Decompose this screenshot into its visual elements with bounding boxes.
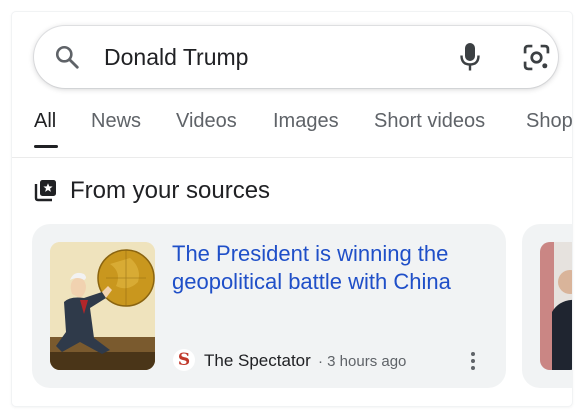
more-options-icon[interactable]: [468, 350, 478, 372]
source-name: The Spectator: [204, 351, 311, 370]
tab-shop[interactable]: Shop: [526, 108, 572, 134]
search-input[interactable]: Donald Trump: [104, 43, 248, 71]
news-sources-icon: [34, 180, 56, 202]
search-results-frame: Donald Trump All News Videos Images Shor…: [12, 12, 572, 406]
article-thumbnail-next[interactable]: [540, 242, 572, 370]
tabs-divider: [12, 157, 572, 158]
tab-all[interactable]: All: [34, 108, 56, 134]
google-lens-icon[interactable]: [523, 44, 550, 71]
tab-short-videos[interactable]: Short videos: [374, 108, 485, 134]
tab-images[interactable]: Images: [273, 108, 339, 134]
article-photo-next: [540, 242, 572, 370]
search-tabs: All News Videos Images Short videos Shop: [12, 108, 572, 158]
article-headline[interactable]: The President is winning the geopolitica…: [172, 240, 492, 296]
search-bar[interactable]: Donald Trump: [34, 26, 558, 88]
search-icon[interactable]: [54, 44, 80, 70]
source-logo: S: [173, 349, 195, 371]
microphone-icon[interactable]: [459, 42, 481, 72]
article-thumbnail[interactable]: [50, 242, 155, 370]
section-title: From your sources: [70, 177, 271, 204]
tab-videos[interactable]: Videos: [176, 108, 237, 134]
active-tab-indicator: [34, 145, 58, 148]
article-illustration: [50, 242, 155, 370]
news-card[interactable]: The President is winning the geopolitica…: [32, 224, 506, 388]
news-card-next[interactable]: [522, 224, 572, 388]
article-time: · 3 hours ago: [318, 353, 407, 370]
tab-news[interactable]: News: [91, 108, 141, 134]
